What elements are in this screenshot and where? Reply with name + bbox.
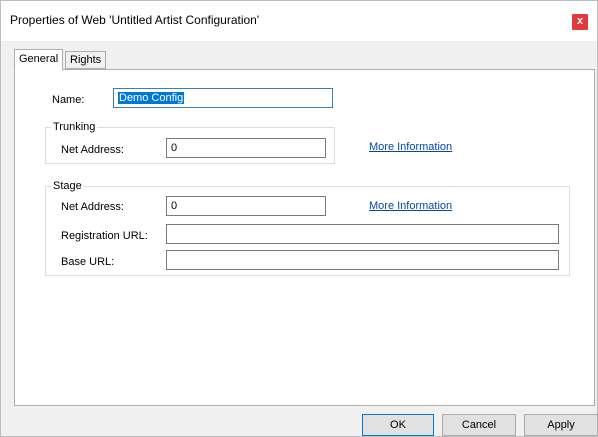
name-label: Name:	[52, 94, 85, 106]
trunking-more-information-link[interactable]: More Information	[369, 141, 452, 153]
name-input-value: Demo Config	[118, 92, 185, 104]
apply-button[interactable]: Apply	[524, 414, 598, 436]
stage-group-label: Stage	[51, 180, 84, 192]
stage-net-address-label: Net Address:	[61, 201, 124, 213]
tab-general[interactable]: General	[14, 49, 64, 71]
ok-button[interactable]: OK	[362, 414, 434, 436]
properties-dialog: Properties of Web 'Untitled Artist Confi…	[0, 0, 598, 437]
stage-net-address-input[interactable]: 0	[166, 196, 326, 216]
base-url-input[interactable]	[166, 250, 559, 270]
close-icon: x	[576, 15, 584, 27]
registration-url-label: Registration URL:	[61, 230, 148, 242]
name-input[interactable]: Demo Config	[113, 88, 333, 108]
trunking-net-address-input[interactable]: 0	[166, 138, 326, 158]
trunking-net-address-label: Net Address:	[61, 144, 124, 156]
registration-url-input[interactable]	[166, 224, 559, 244]
stage-more-information-link[interactable]: More Information	[369, 200, 452, 212]
title-bar: Properties of Web 'Untitled Artist Confi…	[1, 1, 597, 41]
trunking-group-label: Trunking	[51, 121, 98, 133]
general-tab-panel: Name: Demo Config Trunking Net Address: …	[14, 69, 595, 406]
base-url-label: Base URL:	[61, 256, 115, 268]
cancel-button[interactable]: Cancel	[442, 414, 516, 436]
close-button[interactable]: x	[572, 14, 588, 30]
window-title: Properties of Web 'Untitled Artist Confi…	[10, 13, 260, 27]
tab-rights[interactable]: Rights	[65, 51, 107, 69]
